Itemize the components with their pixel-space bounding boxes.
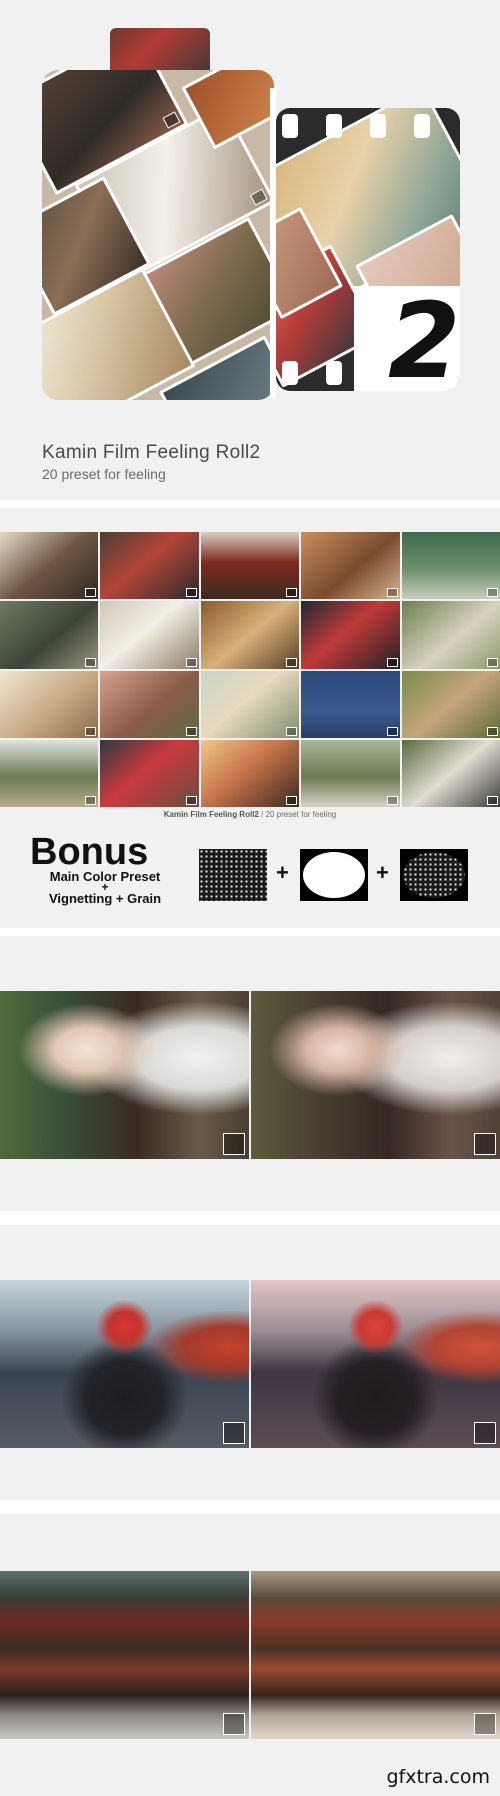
preset-mark-icon bbox=[487, 588, 498, 598]
before-photo bbox=[0, 1571, 249, 1739]
grid-photo bbox=[100, 739, 199, 807]
grid-photo bbox=[100, 670, 199, 738]
preset-mark-icon bbox=[85, 726, 97, 736]
preset-photo-grid bbox=[0, 532, 500, 807]
preset-grid-section: Kamin Film Feeling Roll2 / 20 preset for… bbox=[0, 508, 500, 928]
bonus-line-vignetting-grain: Vignetting + Grain bbox=[48, 891, 162, 906]
grid-photo bbox=[200, 532, 300, 600]
plus-sign: + bbox=[276, 860, 289, 885]
sprocket-hole bbox=[282, 114, 298, 138]
grid-photo bbox=[301, 601, 400, 669]
vignette-grain-ellipse bbox=[403, 852, 465, 898]
before-after-pair bbox=[0, 1280, 500, 1448]
comparison-section-portrait bbox=[0, 936, 500, 1211]
grid-photo bbox=[200, 670, 300, 738]
vignette-grain-swatch-icon bbox=[400, 849, 468, 901]
bonus-title: Bonus bbox=[30, 831, 149, 873]
grid-photo bbox=[100, 532, 199, 600]
preset-mark-icon bbox=[185, 657, 197, 667]
preset-mark-icon bbox=[286, 726, 298, 736]
preset-mark-icon bbox=[162, 111, 181, 129]
grid-caption-title: Kamin Film Feeling Roll2 bbox=[163, 810, 259, 819]
comparison-section-street bbox=[0, 1225, 500, 1500]
grid-photo bbox=[401, 739, 500, 807]
grid-photo bbox=[301, 670, 400, 738]
grid-photo bbox=[0, 739, 99, 807]
vignette-swatch-icon bbox=[300, 849, 368, 901]
hero-section: 2 Kamin Film Feeling Roll2 20 preset for… bbox=[0, 0, 500, 500]
before-after-pair bbox=[0, 1571, 500, 1739]
vignette-ellipse bbox=[303, 852, 365, 898]
preset-badge-icon bbox=[223, 1133, 245, 1155]
preset-mark-icon bbox=[286, 588, 298, 598]
preset-badge-icon bbox=[474, 1133, 496, 1155]
grid-photo bbox=[0, 670, 99, 738]
preset-badge-icon bbox=[223, 1422, 245, 1444]
grid-photo bbox=[301, 532, 400, 600]
grid-photo bbox=[100, 601, 199, 669]
grid-photo bbox=[200, 739, 300, 807]
preset-mark-icon bbox=[386, 588, 398, 598]
sprocket-hole bbox=[282, 361, 298, 385]
sprocket-hole bbox=[326, 361, 342, 385]
preset-mark-icon bbox=[286, 657, 298, 667]
comparison-section-temple: gfxtra.com bbox=[0, 1514, 500, 1796]
grid-caption-subtitle: 20 preset for feeling bbox=[265, 810, 337, 819]
before-photo bbox=[0, 1280, 249, 1448]
grid-photo bbox=[200, 601, 300, 669]
page-title: Kamin Film Feeling Roll2 bbox=[42, 442, 261, 463]
preset-mark-icon bbox=[85, 588, 97, 598]
after-photo bbox=[251, 991, 500, 1159]
bonus-block: Bonus Main Color Preset + Vignetting + G… bbox=[30, 831, 180, 906]
preset-badge-icon bbox=[223, 1713, 245, 1735]
after-photo bbox=[251, 1571, 500, 1739]
preset-mark-icon bbox=[487, 657, 498, 667]
film-collage-left bbox=[42, 70, 274, 400]
preset-mark-icon bbox=[386, 726, 398, 736]
film-frame-top-photo bbox=[110, 28, 210, 76]
grid-photo bbox=[0, 532, 99, 600]
sprocket-hole bbox=[414, 114, 430, 138]
preset-badge-icon bbox=[474, 1422, 496, 1444]
page-subtitle: 20 preset for feeling bbox=[42, 466, 166, 482]
grain-swatch-icon bbox=[199, 849, 267, 901]
roll-number: 2 bbox=[388, 280, 461, 402]
sprocket-hole bbox=[370, 114, 386, 138]
before-photo bbox=[0, 991, 249, 1159]
preset-mark-icon bbox=[185, 726, 197, 736]
after-photo bbox=[251, 1280, 500, 1448]
plus-sign: + bbox=[376, 860, 389, 885]
grid-photo bbox=[401, 601, 500, 669]
grid-photo bbox=[401, 670, 500, 738]
preset-mark-icon bbox=[487, 726, 498, 736]
grid-photo bbox=[0, 601, 99, 669]
grid-caption-separator: / bbox=[258, 810, 266, 819]
watermark: gfxtra.com bbox=[386, 1766, 490, 1788]
grid-photo bbox=[301, 739, 400, 807]
preset-mark-icon bbox=[85, 657, 97, 667]
preset-mark-icon bbox=[185, 588, 197, 598]
sprocket-hole bbox=[326, 114, 342, 138]
grid-caption: Kamin Film Feeling Roll2 / 20 preset for… bbox=[0, 804, 500, 826]
preset-badge-icon bbox=[474, 1713, 496, 1735]
preset-mark-icon bbox=[249, 188, 268, 206]
grid-photo bbox=[401, 532, 500, 600]
preset-mark-icon bbox=[386, 657, 398, 667]
before-after-pair bbox=[0, 991, 500, 1159]
